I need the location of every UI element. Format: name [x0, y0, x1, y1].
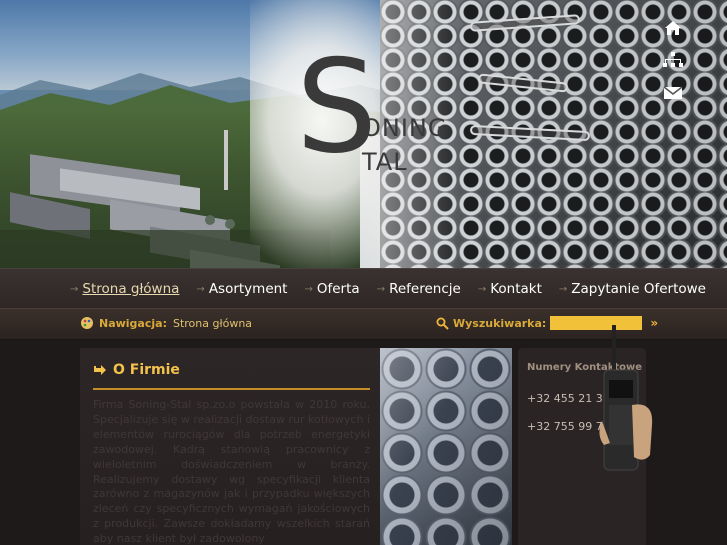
- arrow-bullet-icon: [94, 365, 106, 375]
- steel-pipes-image: [380, 348, 512, 545]
- main-navigation: → Strona główna → Asortyment → Oferta → Refe…: [0, 268, 727, 308]
- arrow-right-icon: →: [304, 283, 313, 295]
- logo-word-tal: TAL: [362, 148, 408, 176]
- about-title-row: O Firmie: [93, 362, 180, 378]
- pipes-highlight: [380, 348, 512, 545]
- breadcrumb: Nawigacja: Strona główna: [80, 316, 252, 330]
- soning-stal-logo[interactable]: S ONING TAL: [296, 44, 466, 186]
- arrow-right-icon: →: [70, 283, 79, 295]
- arrow-right-icon: →: [196, 283, 205, 295]
- nav-item-zapytanie-ofertowe[interactable]: → Zapytanie Ofertowe: [559, 281, 706, 297]
- arrow-right-icon: →: [558, 283, 568, 295]
- nav-item-oferta[interactable]: → Oferta: [304, 281, 359, 297]
- nav-label[interactable]: Referencje: [389, 281, 461, 297]
- nav-label[interactable]: Strona główna: [82, 281, 179, 297]
- arrow-right-icon: →: [477, 283, 487, 295]
- nav-label[interactable]: Kontakt: [490, 281, 542, 297]
- home-icon[interactable]: [655, 14, 691, 42]
- search-label: Wyszukiwarka:: [453, 316, 547, 330]
- nav-item-strona-glowna[interactable]: → Strona główna: [70, 281, 179, 297]
- nav-item-asortyment[interactable]: → Asortyment: [196, 281, 287, 297]
- walkie-talkie-image: [599, 325, 653, 471]
- divider: [93, 388, 370, 390]
- sitemap-icon[interactable]: [655, 46, 691, 74]
- email-icon[interactable]: [655, 78, 691, 106]
- nav-item-referencje[interactable]: → Referencje: [377, 281, 461, 297]
- search-icon: [436, 317, 449, 330]
- nav-label[interactable]: Zapytanie Ofertowe: [571, 281, 706, 297]
- page: S ONING TAL → Strona główna → Asortyment →…: [0, 0, 727, 545]
- nav-label[interactable]: Asortyment: [209, 281, 288, 297]
- logo-word-oning: ONING: [362, 114, 448, 142]
- header-banner: S ONING TAL: [0, 0, 727, 268]
- about-title: O Firmie: [113, 362, 180, 378]
- nav-item-kontakt[interactable]: → Kontakt: [478, 281, 542, 297]
- breadcrumb-current[interactable]: Strona główna: [173, 317, 252, 330]
- quick-links: [655, 14, 695, 110]
- arrow-right-icon: →: [376, 283, 386, 295]
- palette-icon: [81, 317, 93, 329]
- about-text: Firma Soning-Stal sp.zo.o powstała w 201…: [93, 398, 370, 545]
- breadcrumb-label: Nawigacja:: [99, 316, 167, 330]
- nav-label[interactable]: Oferta: [317, 281, 360, 297]
- about-company-box: O Firmie Firma Soning-Stal sp.zo.o powst…: [80, 348, 380, 545]
